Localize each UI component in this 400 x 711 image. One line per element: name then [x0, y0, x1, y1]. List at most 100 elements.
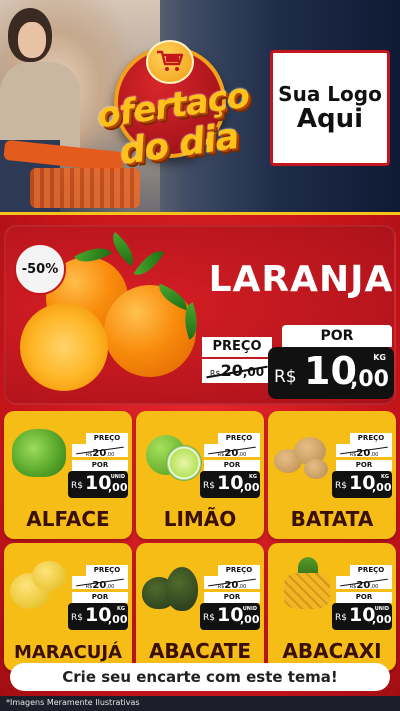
product-card-abacate: PREÇO R$20,00 POR R$ 10,00 UNID ABACATE	[136, 543, 264, 671]
product-name: ALFACE	[26, 507, 110, 531]
old-price-cents: ,00	[238, 584, 247, 590]
new-price-cents: ,00	[350, 367, 389, 392]
old-price-cents: ,00	[370, 584, 379, 590]
preco-label: PREÇO	[202, 337, 272, 357]
ofertaco-logo: ofertaço do dia	[90, 40, 251, 180]
new-price: R$ 10,00 UNID	[68, 471, 128, 498]
featured-product-name: LARANJA	[208, 259, 394, 300]
product-name: LIMÃO	[163, 507, 237, 531]
pineapple-image	[284, 573, 330, 609]
passion-fruit-image	[32, 561, 66, 591]
price-unit: UNID	[374, 606, 389, 612]
your-logo-line2: Aqui	[296, 103, 364, 134]
new-currency: R$	[335, 481, 347, 491]
new-currency: R$	[71, 481, 83, 491]
old-price-cents: ,00	[106, 452, 115, 458]
product-card-batata: PREÇO R$20,00 POR R$ 10,00 KG BATATA	[268, 411, 396, 539]
product-price-box: PREÇO R$20,00 POR R$ 10,00 UNID	[332, 565, 392, 630]
product-price-box: PREÇO R$20,00 POR R$ 10,00 KG	[332, 433, 392, 498]
product-name: MARACUJÁ	[13, 642, 123, 663]
old-price: R$20,00	[72, 444, 128, 459]
new-price: R$ 10,00 KG	[68, 603, 128, 630]
product-name: BATATA	[290, 507, 374, 531]
preco-label: PREÇO	[350, 433, 392, 444]
preco-label: PREÇO	[86, 565, 128, 576]
old-price-cents: ,00	[370, 452, 379, 458]
old-price: R$20,00	[204, 444, 260, 459]
preco-label: PREÇO	[350, 565, 392, 576]
old-price: R$20,00	[336, 576, 392, 591]
new-price-cents: ,00	[108, 481, 128, 494]
por-label: POR	[336, 460, 392, 471]
header-banner: ofertaço do dia Sua Logo Aqui	[0, 0, 400, 216]
hero-face	[18, 22, 46, 58]
por-label: POR	[336, 592, 392, 603]
product-card-alface: PREÇO R$20,00 POR R$ 10,00 UNID ALFACE	[4, 411, 132, 539]
preco-label: PREÇO	[218, 565, 260, 576]
lime-slice-image	[166, 445, 202, 481]
new-currency: R$	[203, 481, 215, 491]
new-price-value: 10	[304, 349, 357, 393]
product-card-abacaxi: PREÇO R$20,00 POR R$ 10,00 UNID ABACAXI	[268, 543, 396, 671]
new-price-cents: ,00	[372, 613, 392, 626]
new-price: R$ 10,00 KG	[332, 471, 392, 498]
product-price-box: PREÇO R$20,00 POR R$ 10,00 KG	[68, 565, 128, 630]
potato-image	[304, 459, 328, 479]
por-label: POR	[282, 325, 392, 347]
avocado-image	[166, 567, 198, 611]
cta-banner[interactable]: Crie seu encarte com este tema!	[10, 663, 390, 691]
old-price-cents: ,00	[238, 452, 247, 458]
old-price: R$20,00	[204, 576, 260, 591]
shopping-cart-icon	[157, 50, 184, 71]
featured-price-block: PREÇO R$20,00 POR R$ 10 ,00 KG	[202, 325, 394, 399]
new-price-cents: ,00	[372, 481, 392, 494]
featured-offer-card: -50% LARANJA PREÇO R$20,00 POR R$ 10 ,00…	[4, 225, 396, 405]
your-logo-placeholder: Sua Logo Aqui	[270, 50, 390, 166]
leaf-decor	[104, 231, 142, 267]
new-price: R$ 10,00 UNID	[332, 603, 392, 630]
price-unit: KG	[249, 474, 257, 480]
offers-area: -50% LARANJA PREÇO R$20,00 POR R$ 10 ,00…	[0, 212, 400, 696]
new-price: R$ 10,00 KG	[200, 471, 260, 498]
price-unit: UNID	[242, 606, 257, 612]
product-price-box: PREÇO R$20,00 POR R$ 10,00 KG	[200, 433, 260, 498]
new-currency: R$	[71, 613, 83, 623]
product-card-limao: PREÇO R$20,00 POR R$ 10,00 KG LIMÃO	[136, 411, 264, 539]
new-price-cents: ,00	[240, 481, 260, 494]
leaf-decor	[133, 244, 165, 282]
new-price-cents: ,00	[108, 613, 128, 626]
price-unit: KG	[373, 353, 386, 362]
preco-label: PREÇO	[218, 433, 260, 444]
new-price: R$ 10 ,00 KG	[268, 347, 394, 399]
new-currency: R$	[203, 613, 215, 623]
por-label: POR	[72, 592, 128, 603]
old-price: R$20,00	[72, 576, 128, 591]
product-card-maracuja: PREÇO R$20,00 POR R$ 10,00 KG MARACUJÁ	[4, 543, 132, 671]
por-label: POR	[204, 460, 260, 471]
price-unit: UNID	[110, 474, 125, 480]
old-price: R$20,00	[202, 359, 272, 383]
footer: *Imagens Meramente Ilustrativas	[0, 696, 400, 711]
por-label: POR	[72, 460, 128, 471]
orange-half-image	[20, 303, 108, 391]
preco-label: PREÇO	[86, 433, 128, 444]
product-name: ABACATE	[148, 639, 252, 663]
price-unit: KG	[117, 606, 125, 612]
price-unit: KG	[381, 474, 389, 480]
new-currency: R$	[274, 367, 297, 387]
new-price-cents: ,00	[240, 613, 260, 626]
your-logo-line1: Sua Logo	[278, 81, 382, 106]
footer-disclaimer: *Imagens Meramente Ilustrativas	[6, 698, 140, 707]
lettuce-image	[12, 429, 66, 477]
new-currency: R$	[335, 613, 347, 623]
hero-body	[0, 62, 80, 152]
product-price-box: PREÇO R$20,00 POR R$ 10,00 UNID	[200, 565, 260, 630]
products-grid: PREÇO R$20,00 POR R$ 10,00 UNID ALFACE PRE…	[4, 411, 396, 671]
new-price: R$ 10,00 UNID	[200, 603, 260, 630]
product-name: ABACAXI	[282, 639, 382, 663]
product-price-box: PREÇO R$20,00 POR R$ 10,00 UNID	[68, 433, 128, 498]
por-label: POR	[204, 592, 260, 603]
old-price-cents: ,00	[106, 584, 115, 590]
old-price: R$20,00	[336, 444, 392, 459]
discount-badge: -50%	[14, 243, 66, 295]
